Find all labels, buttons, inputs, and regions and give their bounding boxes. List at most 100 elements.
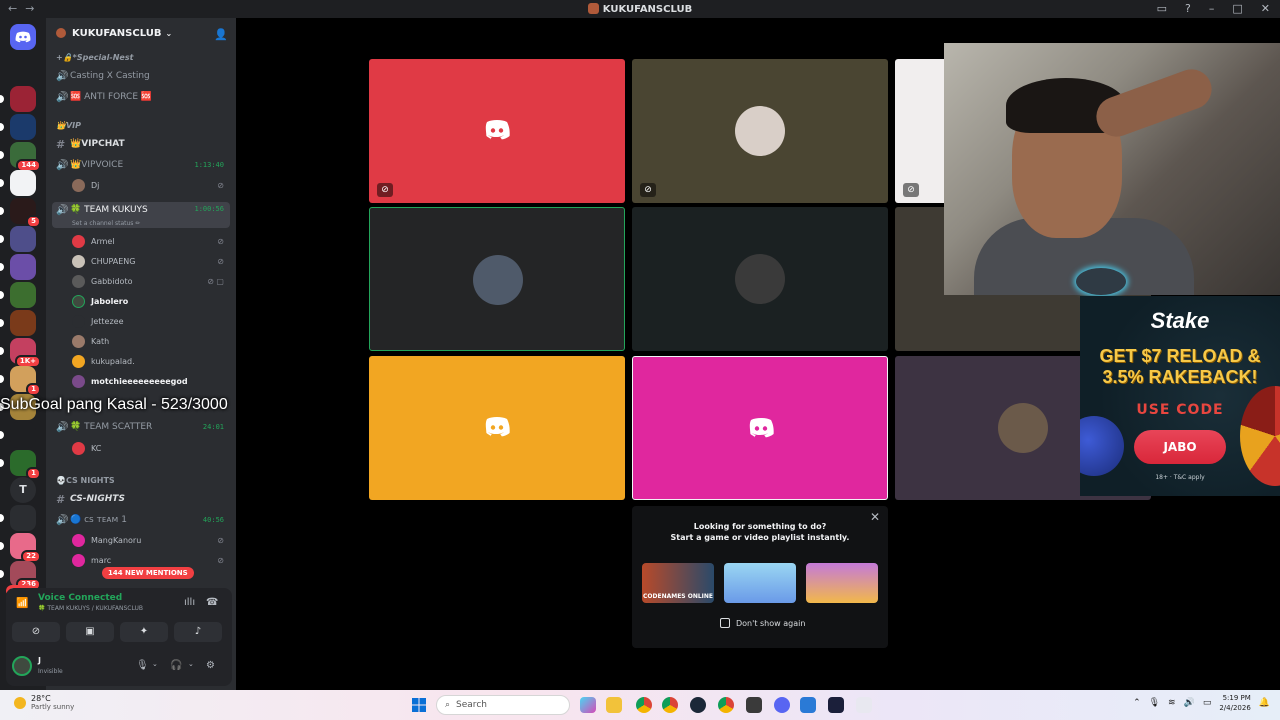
server-icon[interactable] <box>0 254 36 280</box>
voice-user-kath[interactable]: Kath <box>72 332 230 350</box>
app-icon[interactable] <box>746 697 762 713</box>
clock[interactable]: 5:19 PM 2/4/2026 <box>1219 693 1250 713</box>
voice-user-jettezee[interactable]: Jettezee <box>72 312 230 330</box>
chrome-icon[interactable] <box>636 697 652 713</box>
close-icon[interactable]: ✕ <box>1261 2 1270 15</box>
server-letter-icon[interactable]: T <box>10 477 36 503</box>
discord-icon[interactable] <box>774 697 790 713</box>
self-username[interactable]: J <box>38 656 41 665</box>
server-icon[interactable]: 1 <box>0 366 41 396</box>
participant-tile[interactable] <box>369 356 625 500</box>
copilot-icon[interactable] <box>580 697 596 713</box>
server-icon[interactable] <box>0 86 36 112</box>
channel-cs-nights[interactable]: # CS-NIGHTS <box>52 490 230 508</box>
discord-home-icon[interactable] <box>10 24 36 50</box>
chevron-down-icon[interactable]: ⌄ <box>152 660 158 668</box>
server-icon[interactable] <box>0 170 36 196</box>
channel-vipvoice[interactable]: 🔊 👑VIPVOICE 1:13:40 <box>52 156 230 174</box>
voice-status[interactable]: Voice Connected <box>38 593 122 603</box>
invite-people-icon[interactable]: 👤 <box>214 28 228 41</box>
server-icon[interactable] <box>0 422 36 448</box>
microphone-icon[interactable]: 🎙 <box>136 660 149 671</box>
volume-icon[interactable]: 🔊 <box>1184 698 1195 708</box>
channel-team-scatter[interactable]: 🔊 🍀 TEAM SCATTER 24:01 <box>52 418 230 436</box>
server-icon[interactable]: 22 <box>0 533 41 563</box>
participant-tile-speaking[interactable] <box>369 207 625 351</box>
participant-tile[interactable]: ⊘ <box>369 59 625 203</box>
channel-vipchat[interactable]: # 👑VIPCHAT <box>52 135 230 153</box>
channel-status[interactable]: Set a channel status ✏ <box>72 220 140 227</box>
server-icon[interactable]: 5 <box>0 198 41 228</box>
help-icon[interactable]: ? <box>1185 2 1191 15</box>
participant-tile[interactable]: ⊘ <box>632 59 888 203</box>
voice-user-armel[interactable]: Armel ⊘ <box>72 232 230 250</box>
chevron-down-icon[interactable]: ⌄ <box>188 660 194 668</box>
category-cs-nights[interactable]: 💀CS NIGHTS <box>56 476 115 485</box>
voice-user-jabolero[interactable]: Jabolero <box>72 292 230 310</box>
activity-card[interactable] <box>724 563 796 603</box>
maximize-icon[interactable]: □ <box>1232 2 1242 15</box>
unread-indicator <box>0 319 4 327</box>
activity-card[interactable] <box>806 563 878 603</box>
weather-widget[interactable]: 28°C Partly sunny <box>14 694 74 711</box>
disconnect-icon[interactable]: ☎ <box>206 597 218 608</box>
new-mentions-pill[interactable]: 144 NEW MENTIONS <box>102 567 194 579</box>
channel-label: 🍀 TEAM SCATTER <box>70 422 153 432</box>
server-icon[interactable] <box>0 114 36 140</box>
minimize-icon[interactable]: – <box>1209 2 1215 15</box>
activities-button[interactable]: ✦ <box>120 622 168 642</box>
muted-mic-icon: ⊘ <box>217 256 224 266</box>
windows-start-icon[interactable] <box>412 698 426 712</box>
voice-channel-name[interactable]: 🍀 TEAM KUKUYS / KUKUFANSCLUB <box>38 605 143 612</box>
guild-header[interactable]: KUKUFANSCLUB ⌄ 👤 <box>46 18 236 48</box>
camera-button[interactable]: ⊘ <box>12 622 60 642</box>
activity-card-codenames[interactable]: CODENAMES ONLINE <box>642 563 714 603</box>
app-icon[interactable] <box>828 697 844 713</box>
noise-suppression-icon[interactable]: ıllı <box>184 597 195 608</box>
server-icon[interactable]: 236 <box>0 561 41 591</box>
category-special-nest[interactable]: +🔒*Special-Nest <box>56 53 133 62</box>
chevron-up-icon[interactable]: ⌃ <box>1133 698 1141 708</box>
taskbar-search[interactable]: ⌕ Search <box>436 695 570 715</box>
category-vip[interactable]: 👑VIP <box>56 121 81 130</box>
voice-user-motchie[interactable]: motchieeeeeeeeegod <box>72 372 230 390</box>
voice-user-chupaeng[interactable]: CHUPAENG ⊘ <box>72 252 230 270</box>
screen-share-button[interactable]: ▣ <box>66 622 114 642</box>
unread-indicator <box>0 263 4 271</box>
checkbox[interactable] <box>720 618 730 628</box>
voice-user-kc[interactable]: KC <box>72 439 230 457</box>
notifications-icon[interactable]: 🔔 <box>1259 698 1270 708</box>
server-icon[interactable] <box>0 310 36 336</box>
signal-icon[interactable]: 📶 <box>16 598 28 609</box>
channel-cs-team-1[interactable]: 🔊 🔵 ᴄs ᴛᴇᴀᴍ 1 40:56 <box>52 511 230 529</box>
channel-anti-force[interactable]: 🔊 🆘 ANTI FORCE 🆘 <box>52 88 230 106</box>
battery-icon[interactable]: ▭ <box>1203 698 1212 708</box>
server-icon[interactable] <box>0 505 36 531</box>
voice-user-dj[interactable]: Dj ⊘ <box>72 176 230 194</box>
self-avatar[interactable] <box>12 656 32 676</box>
file-explorer-icon[interactable] <box>606 697 622 713</box>
server-icon[interactable]: 1K+ <box>0 338 41 368</box>
participant-tile[interactable] <box>632 207 888 351</box>
app-icon[interactable] <box>856 697 872 713</box>
voice-user-kukupalad[interactable]: kukupalad. <box>72 352 230 370</box>
voice-user-gabbidoto[interactable]: Gabbidoto ⊘ ▢ <box>72 272 230 290</box>
server-icon[interactable]: 144 <box>0 142 41 172</box>
steam-icon[interactable] <box>690 697 706 713</box>
soundboard-button[interactable]: ♪ <box>174 622 222 642</box>
participant-tile[interactable] <box>632 356 888 500</box>
microphone-icon[interactable]: 🎙 <box>1149 698 1160 708</box>
notepad-icon[interactable] <box>800 697 816 713</box>
server-icon[interactable] <box>0 226 36 252</box>
server-icon[interactable] <box>0 282 36 308</box>
inbox-icon[interactable]: ▭ <box>1157 2 1167 15</box>
channel-casting[interactable]: 🔊 Casting X Casting <box>52 67 230 85</box>
chrome-icon[interactable] <box>662 697 678 713</box>
dont-show-again[interactable]: Don't show again <box>720 618 805 628</box>
voice-user-mangkanoru[interactable]: MangKanoru ⊘ <box>72 531 230 549</box>
chrome-icon[interactable] <box>718 697 734 713</box>
server-icon[interactable]: 1 <box>0 450 41 480</box>
wifi-icon[interactable]: ≋ <box>1168 698 1176 708</box>
headphones-icon[interactable]: 🎧 <box>170 660 182 671</box>
settings-gear-icon[interactable]: ⚙ <box>206 660 215 671</box>
